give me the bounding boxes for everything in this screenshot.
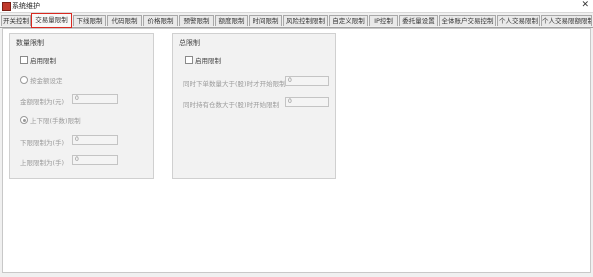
enable-limit-label: 启用限制 — [195, 57, 221, 65]
tab-content-panel: 数量限制 启用限制 按金额设定 金额限制为(元) 0 上下限(手数)限制 下限限… — [2, 28, 591, 273]
tab-code-limit[interactable]: 代码限制 — [107, 15, 142, 26]
tab-alert-limit[interactable]: 预警限制 — [179, 15, 214, 26]
order-quantity-limit-label: 同时下单数量大于(股)时才开始限制 — [183, 80, 286, 88]
tab-bar: 开关控制 交易量限制 下线限制 代码限制 价格限制 预警限制 额度限制 时间限制… — [0, 13, 593, 28]
enable-limit-checkbox[interactable] — [185, 56, 193, 64]
tab-volume-limit[interactable]: 交易量限制 — [31, 13, 72, 28]
order-quantity-limit-input[interactable]: 0 — [285, 76, 329, 86]
position-limit-group: 总限制 启用限制 同时下单数量大于(股)时才开始限制 0 同时持有仓数大于(股)… — [172, 33, 336, 179]
enable-limit-label: 启用限制 — [30, 57, 56, 65]
by-lots-radio[interactable] — [20, 116, 28, 124]
upper-limit-label: 上限限制为(手) — [20, 159, 65, 167]
lower-limit-label: 下限限制为(手) — [20, 139, 65, 147]
tab-time-limit[interactable]: 时间限制 — [249, 15, 282, 26]
upper-limit-input[interactable]: 0 — [72, 155, 118, 165]
tab-switch-control[interactable]: 开关控制 — [1, 15, 31, 26]
volume-limit-group: 数量限制 启用限制 按金额设定 金额限制为(元) 0 上下限(手数)限制 下限限… — [9, 33, 154, 179]
tab-custom-limit[interactable]: 自定义限制 — [329, 15, 368, 26]
lower-limit-input[interactable]: 0 — [72, 135, 118, 145]
tab-offline-limit[interactable]: 下线限制 — [73, 15, 106, 26]
tab-all-account-control[interactable]: 全体账户交易控制 — [439, 15, 496, 26]
amount-limit-input[interactable]: 0 — [72, 94, 118, 104]
close-button[interactable]: ✕ — [581, 0, 589, 11]
tab-personal-quota-limit[interactable]: 个人交易限额限制 — [541, 15, 592, 26]
by-amount-radio[interactable] — [20, 76, 28, 84]
tab-ip-control[interactable]: IP控制 — [369, 15, 398, 26]
tab-risk-control[interactable]: 风险控制限制 — [283, 15, 328, 26]
app-icon — [2, 2, 11, 11]
window-title: 系统维护 — [12, 2, 40, 10]
tab-order-setting[interactable]: 委托量设置 — [399, 15, 438, 26]
amount-limit-label: 金额限制为(元) — [20, 98, 65, 106]
group-title: 总限制 — [179, 39, 200, 47]
group-title: 数量限制 — [16, 39, 44, 47]
tab-price-limit[interactable]: 价格限制 — [143, 15, 178, 26]
tab-quota-limit[interactable]: 额度限制 — [215, 15, 248, 26]
by-lots-label: 上下限(手数)限制 — [30, 117, 81, 125]
by-amount-label: 按金额设定 — [30, 77, 63, 85]
tab-personal-trade-limit[interactable]: 个人交易限制 — [497, 15, 540, 26]
holding-limit-label: 同时持有仓数大于(股)时开始限制 — [183, 101, 280, 109]
holding-limit-input[interactable]: 0 — [285, 97, 329, 107]
title-bar: 系统维护 ✕ — [0, 0, 593, 13]
enable-limit-checkbox[interactable] — [20, 56, 28, 64]
